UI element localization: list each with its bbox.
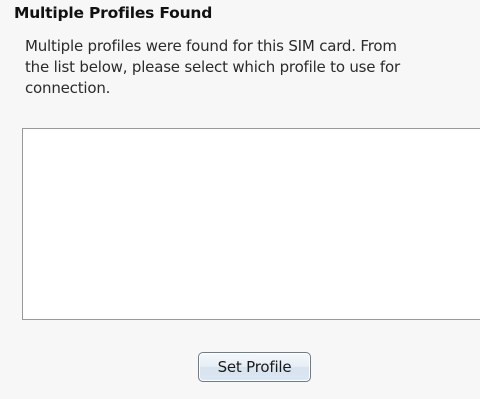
dialog-message: Multiple profiles were found for this SI… — [25, 36, 480, 99]
message-line: the list below, please select which prof… — [25, 58, 400, 76]
profile-list[interactable] — [22, 128, 480, 320]
set-profile-button[interactable]: Set Profile — [198, 352, 311, 382]
multiple-profiles-dialog: Multiple Profiles Found Multiple profile… — [0, 0, 480, 399]
dialog-title: Multiple Profiles Found — [14, 4, 213, 22]
message-line: Multiple profiles were found for this SI… — [25, 37, 397, 55]
message-line: connection. — [25, 79, 111, 97]
